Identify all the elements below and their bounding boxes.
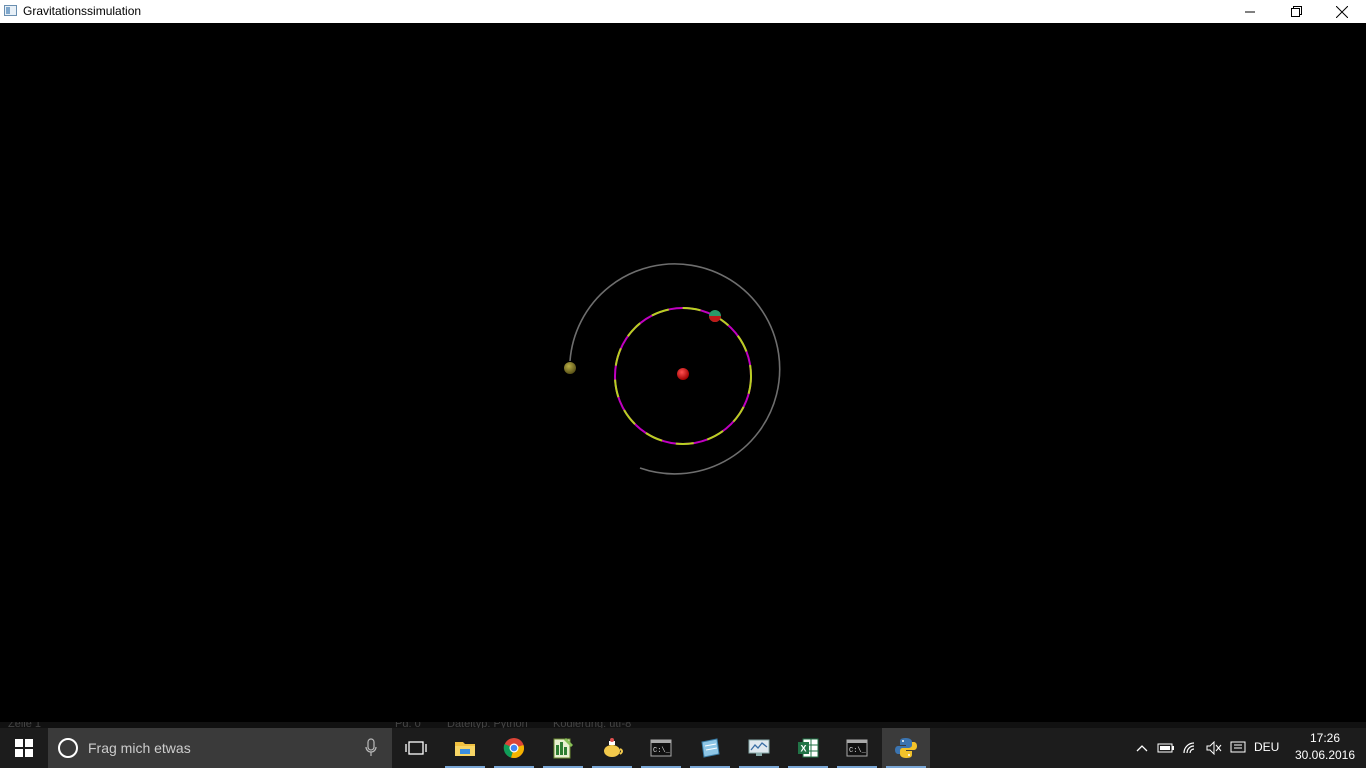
wifi-tray[interactable] xyxy=(1180,728,1202,768)
file-explorer-icon xyxy=(455,742,475,756)
monitor-icon xyxy=(748,739,770,756)
search-box[interactable]: Frag mich etwas xyxy=(48,728,392,768)
volume-tray[interactable] xyxy=(1203,728,1225,768)
taskbar-cmd-2[interactable]: C:\_ xyxy=(833,728,881,768)
cortana-icon xyxy=(58,738,78,758)
clock-time: 17:26 xyxy=(1309,731,1341,745)
windows-logo-icon xyxy=(15,739,33,757)
svg-text:C:\_: C:\_ xyxy=(653,747,671,755)
taskbar-excel[interactable]: X xyxy=(784,728,832,768)
chrome-icon xyxy=(503,738,524,758)
taskbar-file-explorer[interactable] xyxy=(441,728,489,768)
taskbar-python[interactable] xyxy=(882,728,930,768)
notification-icon xyxy=(1230,741,1246,753)
search-placeholder: Frag mich etwas xyxy=(88,740,191,756)
start-button[interactable] xyxy=(0,728,48,768)
task-view-icon xyxy=(405,741,427,755)
app-icon xyxy=(4,5,17,16)
taskbar-tea-app[interactable] xyxy=(588,728,636,768)
taskbar-monitor-app[interactable] xyxy=(735,728,783,768)
orbit-view xyxy=(564,263,781,475)
clock[interactable]: 17:26 30.06.2016 xyxy=(1290,730,1360,764)
taskbar-blueprint-app[interactable] xyxy=(686,728,734,768)
tea-app-icon xyxy=(604,738,623,757)
svg-text:C:\_: C:\_ xyxy=(849,747,867,755)
window-title: Gravitationssimulation xyxy=(23,4,142,18)
battery-tray[interactable] xyxy=(1155,728,1177,768)
python-icon xyxy=(895,738,917,758)
minimize-button[interactable] xyxy=(1227,0,1273,23)
minimize-icon xyxy=(1245,11,1255,12)
inner-planet xyxy=(709,310,721,322)
input-language[interactable]: DEU xyxy=(1254,740,1279,754)
taskbar-cmd-1[interactable]: C:\_ xyxy=(637,728,685,768)
taskbar-editor[interactable] xyxy=(539,728,587,768)
simulation-canvas[interactable] xyxy=(0,23,1366,728)
outer-planet xyxy=(564,362,576,374)
cmd-icon: C:\_ xyxy=(650,739,672,757)
close-button[interactable] xyxy=(1319,0,1365,23)
cmd-icon: C:\_ xyxy=(846,739,868,757)
taskbar: Frag mich etwas C:\_ X C:\_ DEU 17:26 30… xyxy=(0,728,1366,768)
outer-orbit-trail xyxy=(569,263,781,475)
wifi-icon xyxy=(1183,742,1195,754)
task-view-button[interactable] xyxy=(392,728,440,768)
action-center-tray[interactable] xyxy=(1227,728,1249,768)
battery-icon xyxy=(1157,743,1174,753)
title-bar: Gravitationssimulation xyxy=(0,0,1366,24)
notepad-plus-icon xyxy=(553,738,573,759)
microphone-icon[interactable] xyxy=(364,738,378,758)
taskbar-chrome[interactable] xyxy=(490,728,538,768)
restore-icon xyxy=(1290,6,1302,17)
clock-date: 30.06.2016 xyxy=(1294,748,1356,762)
show-hidden-icons-button[interactable] xyxy=(1132,728,1152,768)
volume-muted-icon xyxy=(1206,741,1222,755)
svg-text:X: X xyxy=(801,744,807,754)
restore-button[interactable] xyxy=(1273,0,1319,23)
central-star xyxy=(677,368,689,380)
close-icon xyxy=(1336,5,1348,18)
excel-icon: X xyxy=(798,738,819,758)
blueprint-icon xyxy=(701,738,720,758)
chevron-up-icon xyxy=(1136,745,1148,752)
